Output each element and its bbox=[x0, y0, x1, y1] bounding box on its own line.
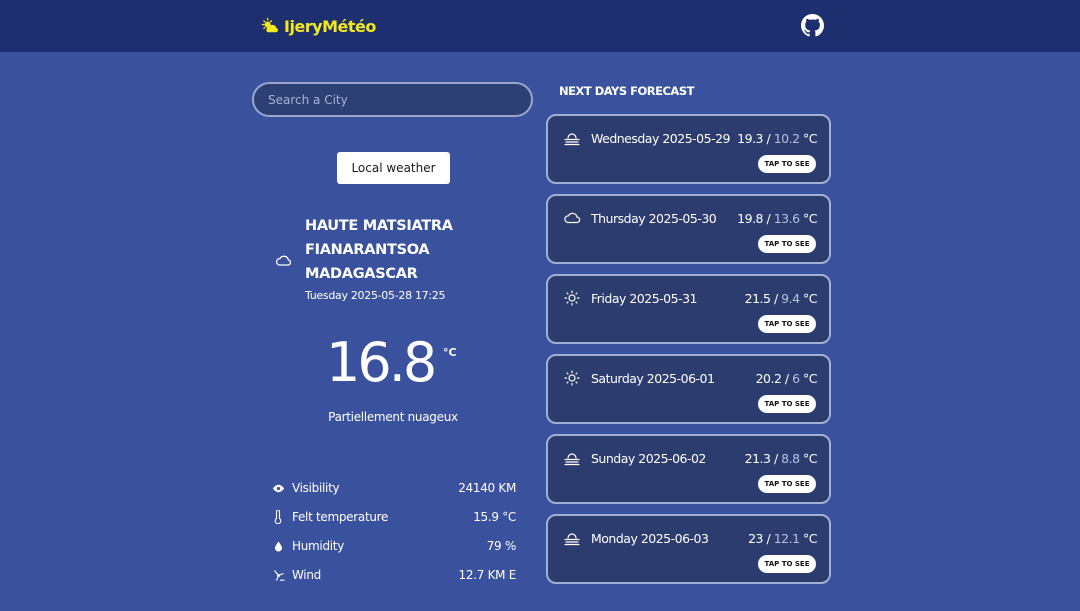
stat-wind: Wind 12.7 KM E bbox=[271, 566, 516, 584]
droplet-icon bbox=[271, 539, 285, 553]
forecast-max: 21.5 bbox=[744, 291, 771, 306]
stat-visibility: Visibility 24140 KM bbox=[271, 479, 516, 497]
wind-icon bbox=[271, 568, 285, 582]
search-input[interactable] bbox=[252, 82, 533, 117]
forecast-unit: °C bbox=[803, 211, 817, 226]
stat-label: Felt temperature bbox=[292, 510, 389, 524]
forecast-card[interactable]: Sunday 2025-06-02 21.3 / 8.8 °C TAP TO SEE bbox=[546, 434, 831, 504]
stat-value: 79 % bbox=[486, 539, 517, 553]
brand-name: IjeryMétéo bbox=[284, 16, 376, 36]
tap-to-see-button[interactable]: TAP TO SEE bbox=[758, 395, 816, 413]
local-weather-button[interactable]: Local weather bbox=[337, 152, 450, 184]
stat-humidity: Humidity 79 % bbox=[271, 537, 516, 555]
forecast-max: 19.8 bbox=[737, 211, 764, 226]
top-bar: IjeryMétéo bbox=[0, 0, 1080, 52]
forecast-day: Saturday 2025-06-01 bbox=[591, 371, 715, 386]
current-temperature: 16.8 bbox=[326, 331, 437, 394]
forecast-min: 12.1 bbox=[773, 531, 800, 546]
tap-to-see-button[interactable]: TAP TO SEE bbox=[758, 235, 816, 253]
current-condition: Partiellement nuageux bbox=[328, 410, 458, 424]
forecast-card[interactable]: Monday 2025-06-03 23 / 12.1 °C TAP TO SEE bbox=[546, 514, 831, 584]
stat-label: Wind bbox=[292, 568, 321, 582]
forecast-card[interactable]: Friday 2025-05-31 21.5 / 9.4 °C TAP TO SEE bbox=[546, 274, 831, 344]
forecast-max: 21.3 bbox=[744, 451, 771, 466]
sun-cloud-icon bbox=[261, 17, 278, 32]
stat-value: 12.7 KM E bbox=[458, 568, 517, 582]
forecast-temperatures: 21.3 / 8.8 °C bbox=[744, 451, 818, 466]
forecast-max: 23 bbox=[748, 531, 764, 546]
forecast-min: 9.4 bbox=[781, 291, 800, 306]
forecast-unit: °C bbox=[803, 531, 817, 546]
thermometer-icon bbox=[271, 510, 285, 524]
eye-icon bbox=[271, 481, 285, 495]
stat-value: 15.9 °C bbox=[473, 510, 516, 524]
stat-label: Visibility bbox=[292, 481, 340, 495]
current-datetime: Tuesday 2025-05-28 17:25 bbox=[305, 289, 446, 302]
forecast-min: 13.6 bbox=[773, 211, 800, 226]
forecast-day: Wednesday 2025-05-29 bbox=[591, 131, 731, 146]
forecast-max: 20.2 bbox=[755, 371, 782, 386]
forecast-temperatures: 19.3 / 10.2 °C bbox=[737, 131, 817, 146]
location-city: FIANARANTSOA bbox=[305, 242, 430, 258]
forecast-day: Sunday 2025-06-02 bbox=[591, 451, 706, 466]
forecast-min: 10.2 bbox=[773, 131, 800, 146]
stat-felt-temperature: Felt temperature 15.9 °C bbox=[271, 508, 516, 526]
tap-to-see-button[interactable]: TAP TO SEE bbox=[758, 315, 816, 333]
forecast-unit: °C bbox=[803, 291, 817, 306]
github-icon[interactable] bbox=[801, 14, 824, 37]
forecast-title: NEXT DAYS FORECAST bbox=[559, 84, 694, 98]
stat-value: 24140 KM bbox=[458, 481, 516, 495]
forecast-day: Thursday 2025-05-30 bbox=[591, 211, 717, 226]
location-region: HAUTE MATSIATRA bbox=[305, 218, 453, 234]
forecast-card[interactable]: Thursday 2025-05-30 19.8 / 13.6 °C TAP TO … bbox=[546, 194, 831, 264]
tap-to-see-button[interactable]: TAP TO SEE bbox=[758, 155, 816, 173]
tap-to-see-button[interactable]: TAP TO SEE bbox=[758, 475, 816, 493]
forecast-unit: °C bbox=[803, 371, 817, 386]
location-country: MADAGASCAR bbox=[305, 266, 418, 282]
temperature-unit: °C bbox=[443, 346, 457, 359]
forecast-temperatures: 20.2 / 6 °C bbox=[755, 371, 818, 386]
forecast-unit: °C bbox=[803, 451, 817, 466]
tap-to-see-button[interactable]: TAP TO SEE bbox=[758, 555, 816, 573]
forecast-day: Monday 2025-06-03 bbox=[591, 531, 709, 546]
forecast-min: 8.8 bbox=[781, 451, 800, 466]
forecast-max: 19.3 bbox=[737, 131, 764, 146]
brand-logo[interactable]: IjeryMétéo bbox=[261, 14, 376, 38]
forecast-card[interactable]: Wednesday 2025-05-29 19.3 / 10.2 °C TAP TO… bbox=[546, 114, 831, 184]
forecast-temperatures: 21.5 / 9.4 °C bbox=[744, 291, 818, 306]
forecast-min: 6 bbox=[792, 371, 800, 386]
forecast-temperatures: 19.8 / 13.6 °C bbox=[737, 211, 817, 226]
forecast-card[interactable]: Saturday 2025-06-01 20.2 / 6 °C TAP TO SEE bbox=[546, 354, 831, 424]
forecast-day: Friday 2025-05-31 bbox=[591, 291, 698, 306]
forecast-unit: °C bbox=[803, 131, 817, 146]
stat-label: Humidity bbox=[292, 539, 345, 553]
cloud-icon bbox=[275, 255, 292, 266]
forecast-temperatures: 23 / 12.1 °C bbox=[748, 531, 817, 546]
